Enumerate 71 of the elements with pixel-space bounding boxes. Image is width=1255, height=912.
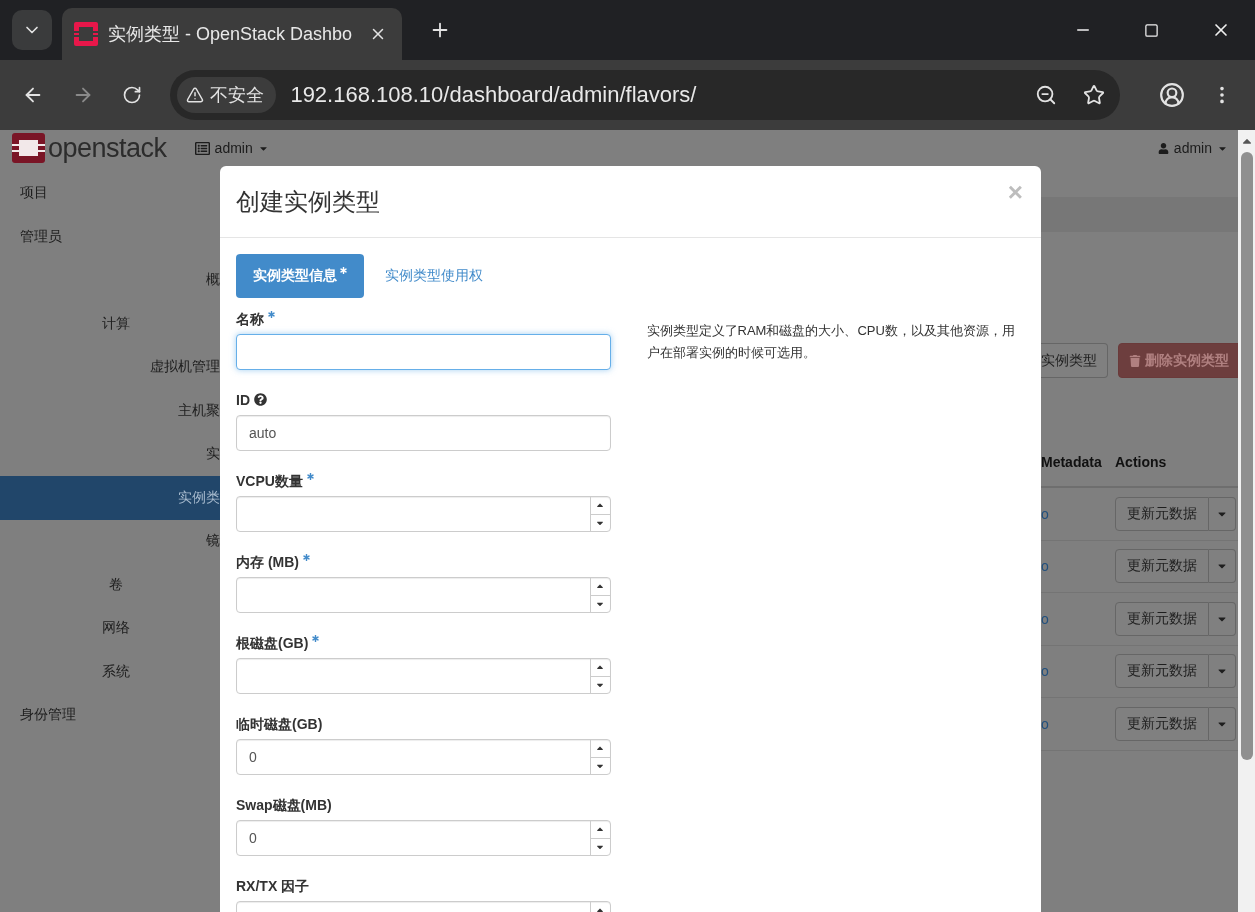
field-label: ID bbox=[236, 392, 250, 408]
nav-item[interactable]: 主机聚 bbox=[0, 389, 220, 433]
logo-text: openstack bbox=[48, 132, 167, 164]
input-field[interactable] bbox=[236, 334, 611, 370]
field-label: VCPU数量 bbox=[236, 473, 303, 491]
description: 实例类型定义了RAM和磁盘的大小、CPU数，以及其他资源，用户在部署实例的时候可选用。 bbox=[646, 322, 1016, 362]
nav-item[interactable]: 镜 bbox=[0, 519, 220, 563]
dropdown-toggle[interactable] bbox=[1209, 496, 1236, 531]
metadata-link[interactable]: o bbox=[1041, 663, 1049, 680]
nav-item[interactable]: 身份管理 bbox=[0, 693, 220, 737]
input-field[interactable]: 0 bbox=[236, 739, 611, 775]
project-menu[interactable]: admin bbox=[214, 140, 253, 156]
field-value: auto bbox=[249, 425, 277, 441]
tab[interactable]: 实例类型使用权 bbox=[368, 254, 500, 298]
field-label: 临时磁盘(GB) bbox=[236, 716, 323, 734]
dropdown-toggle[interactable] bbox=[1209, 601, 1236, 636]
create-button[interactable]: 实例类型 bbox=[1041, 343, 1108, 378]
browser-tab[interactable]: 实例类型 - OpenStack Dashbo bbox=[62, 8, 402, 60]
dialog-title: 创建实例类型 bbox=[236, 186, 380, 217]
metadata-link[interactable]: o bbox=[1041, 610, 1049, 627]
input-field[interactable] bbox=[236, 577, 611, 613]
warning-icon bbox=[186, 86, 205, 104]
metadata-link[interactable]: o bbox=[1041, 505, 1049, 522]
field-label: 内存 (MB) bbox=[236, 554, 299, 572]
field-label: 名称 bbox=[236, 311, 264, 329]
field-value: 0 bbox=[249, 749, 257, 765]
field-label: RX/TX 因子 bbox=[236, 878, 310, 896]
update-metadata-button[interactable]: 更新元数据 bbox=[1115, 601, 1209, 636]
security-label: 不安全 bbox=[210, 84, 265, 107]
dropdown-toggle[interactable] bbox=[1209, 706, 1236, 741]
user-menu[interactable]: admin bbox=[1173, 140, 1212, 156]
nav-item[interactable]: 计算 bbox=[0, 302, 220, 346]
tab[interactable]: 实例类型信息 bbox=[236, 254, 364, 298]
address-bar[interactable]: 不安全 192.168.108.10/dashboard/admin/flavors/ bbox=[170, 70, 1121, 120]
nav-item[interactable]: 系统 bbox=[0, 650, 220, 694]
input-field[interactable]: auto bbox=[236, 415, 611, 451]
security-chip[interactable]: 不安全 bbox=[177, 77, 277, 113]
nav-item[interactable]: 网络 bbox=[0, 606, 220, 650]
logo-icon bbox=[12, 133, 45, 163]
dropdown-toggle[interactable] bbox=[1209, 549, 1236, 584]
nav-item[interactable]: 概 bbox=[0, 258, 220, 302]
update-metadata-button[interactable]: 更新元数据 bbox=[1115, 706, 1209, 741]
field-label: Swap磁盘(MB) bbox=[236, 797, 332, 815]
field-value: 0 bbox=[249, 830, 257, 846]
favicon-icon bbox=[74, 22, 98, 46]
trash-icon bbox=[1129, 354, 1141, 367]
dropdown-toggle[interactable] bbox=[1209, 654, 1236, 689]
list-icon bbox=[194, 140, 210, 156]
nav-item[interactable]: 管理员 bbox=[0, 215, 220, 259]
nav-item[interactable]: 实 bbox=[0, 432, 220, 476]
column-header: Actions bbox=[1115, 454, 1167, 470]
tab-title: 实例类型 - OpenStack Dashbo bbox=[108, 23, 354, 46]
metadata-link[interactable]: o bbox=[1041, 715, 1049, 732]
column-header: Metadata bbox=[1041, 454, 1102, 470]
update-metadata-button[interactable]: 更新元数据 bbox=[1115, 654, 1209, 689]
update-metadata-button[interactable]: 更新元数据 bbox=[1115, 496, 1209, 531]
update-metadata-button[interactable]: 更新元数据 bbox=[1115, 549, 1209, 584]
scroll-thumb[interactable] bbox=[1240, 152, 1253, 760]
metadata-link[interactable]: o bbox=[1041, 558, 1049, 575]
input-field[interactable]: 0 bbox=[236, 820, 611, 856]
nav-item[interactable]: 项目 bbox=[0, 171, 220, 215]
help-icon[interactable] bbox=[254, 393, 267, 406]
delete-button[interactable]: 删除实例类型 bbox=[1118, 343, 1238, 378]
input-field[interactable] bbox=[236, 658, 611, 694]
scrollbar[interactable] bbox=[1238, 130, 1255, 912]
nav-item[interactable]: 实例类 bbox=[0, 476, 220, 520]
field-label: 根磁盘(GB) bbox=[236, 635, 309, 653]
input-field[interactable] bbox=[236, 496, 611, 532]
nav-item[interactable]: 虚拟机管理 bbox=[0, 345, 220, 389]
user-icon bbox=[1157, 142, 1169, 154]
nav-item[interactable]: 卷 bbox=[0, 563, 220, 607]
